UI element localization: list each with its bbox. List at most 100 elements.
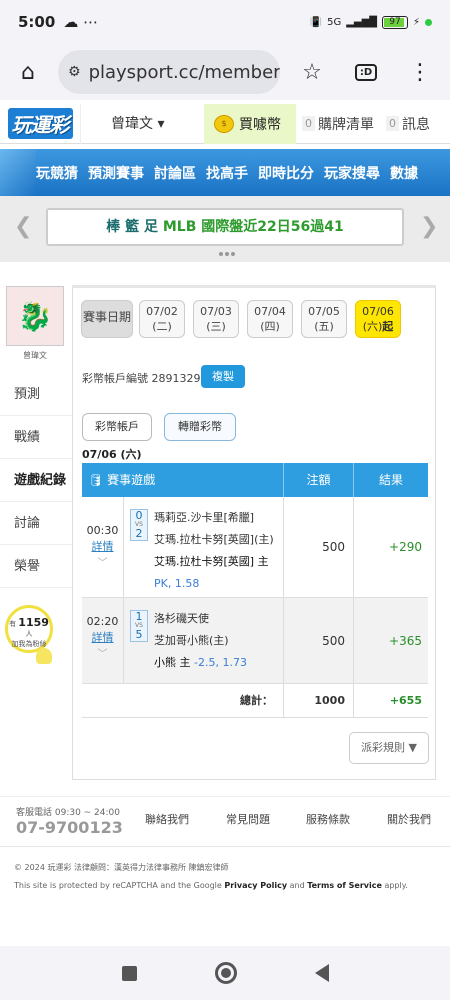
header-game: 🛢 賽事遊戲 <box>82 463 284 497</box>
away-team: 瑪莉亞.沙卡里[希臘] <box>154 511 255 524</box>
footer-link-faq[interactable]: 常見問題 <box>226 811 270 827</box>
bet-result: +365 <box>389 634 422 648</box>
overflow-menu-icon[interactable]: ⋮ <box>402 54 438 90</box>
charging-icon: ⚡ <box>412 16 420 28</box>
nav-decoration <box>0 149 36 196</box>
footer-contact: 客服電話 09:30 ~ 24:00 07-9700123 聯絡我們 常見問題 … <box>0 796 450 846</box>
buy-coin-button[interactable]: $ 買噱幣 <box>204 103 296 144</box>
nav-data[interactable]: 數據 <box>390 163 418 183</box>
nav-live-score[interactable]: 即時比分 <box>258 163 314 183</box>
total-bet: 1000 <box>284 684 354 717</box>
footer-link-about[interactable]: 關於我們 <box>387 811 431 827</box>
date-0704[interactable]: 07/04 (四) <box>247 300 293 338</box>
battery-icon: 97 <box>381 15 408 29</box>
bet-pick: 艾瑪.拉杜卡努[英國] 主 PK, 1.58 <box>154 555 269 590</box>
chevron-down-icon[interactable]: ﹀ <box>98 558 108 569</box>
copyright-text: © 2024 玩運彩 法律顧問：漢英得力法律事務所 陳鎮宏律師 <box>14 863 229 872</box>
terms-of-service-link[interactable]: Terms of Service <box>307 881 382 890</box>
buy-list-link[interactable]: 0 購牌清單 <box>296 104 374 144</box>
game-table: 🛢 賽事遊戲 注額 結果 00:30 詳情 ﹀ 0 VS 2 瑪莉亞.沙卡里[希臘]… <box>82 463 428 718</box>
away-team: 洛杉磯天使 <box>154 612 209 625</box>
banner-prev-icon[interactable]: ❮ <box>14 214 32 239</box>
date-0705[interactable]: 07/05 (五) <box>301 300 347 338</box>
network-label: 5G <box>327 16 342 28</box>
bet-amount: 500 <box>284 598 354 683</box>
footer-link-terms[interactable]: 服務條款 <box>306 811 350 827</box>
bookmark-star-icon[interactable]: ☆ <box>294 54 330 90</box>
account-number: 彩幣帳戶編號 28913297 <box>82 372 208 385</box>
nav-find-experts[interactable]: 找高手 <box>206 163 248 183</box>
messages-link[interactable]: 0 訊息 <box>374 104 430 144</box>
payout-rules-button[interactable]: 派彩規則 ▼ <box>349 732 429 764</box>
user-menu[interactable]: 曾瑋文 ▾ <box>80 103 204 144</box>
total-result: +655 <box>389 694 422 707</box>
banner-next-icon[interactable]: ❯ <box>420 214 438 239</box>
tab-coin-account[interactable]: 彩幣帳戶 <box>82 413 152 441</box>
game-time: 00:30 <box>86 524 119 537</box>
caret-down-icon: ▾ <box>157 115 165 132</box>
customer-service-phone[interactable]: 07-9700123 <box>16 818 123 837</box>
status-bar: 5:00 ☁ ⋯ 📳 5G ▂▄▆█ 97 ⚡ <box>0 0 450 44</box>
home-team: 芝加哥小熊(主) <box>154 634 229 647</box>
tab-switcher-icon[interactable]: :D <box>348 54 384 90</box>
site-settings-icon[interactable]: ⚙ <box>68 64 81 80</box>
game-history-panel: 賽事日期 07/02 (二) 07/03 (三) 07/04 (四) 07/05 (五)… <box>72 285 436 780</box>
match-info: 洛杉磯天使 芝加哥小熊(主) 小熊 主 -2.5, 1.73 <box>154 608 247 674</box>
nav-player-search[interactable]: 玩家搜尋 <box>324 163 380 183</box>
game-time: 02:20 <box>86 615 119 628</box>
bet-result: +290 <box>389 540 422 554</box>
sidebar-item-game-history[interactable]: 遊戲紀錄 <box>0 460 72 502</box>
date-0703[interactable]: 07/03 (三) <box>193 300 239 338</box>
system-nav-bar <box>0 946 450 1000</box>
back-icon[interactable] <box>314 964 329 982</box>
home-icon[interactable]: ⌂ <box>10 54 46 90</box>
nav-forum[interactable]: 討論區 <box>154 163 196 183</box>
avatar[interactable]: 🐉 <box>6 286 64 346</box>
privacy-policy-link[interactable]: Privacy Policy <box>224 881 287 890</box>
detail-link[interactable]: 詳情 <box>92 540 114 553</box>
customer-service-hours: 客服電話 09:30 ~ 24:00 <box>16 808 120 818</box>
chevron-down-icon[interactable]: ﹀ <box>98 649 108 660</box>
home-team: 艾瑪.拉杜卡努[英國](主) <box>154 533 274 546</box>
coin-icon: $ <box>214 114 234 133</box>
header-result: 結果 <box>378 473 403 487</box>
nav-predict[interactable]: 預測賽事 <box>88 163 144 183</box>
score-box: 1 VS 5 <box>130 610 148 642</box>
copy-button[interactable]: 複製 <box>201 365 245 388</box>
address-bar[interactable]: ⚙ playsport.cc/member/ <box>58 50 280 94</box>
tab-transfer-coin[interactable]: 轉贈彩幣 <box>164 413 236 441</box>
selected-day: 07/06 (六) <box>82 448 142 461</box>
database-icon: 🛢 <box>88 473 104 487</box>
vibrate-icon: 📳 <box>309 16 323 28</box>
home-button-icon[interactable] <box>214 962 237 984</box>
cloud-icon: ☁ ⋯ <box>63 13 99 31</box>
sidebar-item-record[interactable]: 戰績 <box>0 417 72 459</box>
total-row: 總計： 1000 +655 <box>82 684 428 718</box>
date-label: 賽事日期 <box>81 300 133 338</box>
status-icons: 📳 5G ▂▄▆█ 97 ⚡ <box>309 15 432 29</box>
date-0702[interactable]: 07/02 (二) <box>139 300 185 338</box>
footer-legal: © 2024 玩運彩 法律顧問：漢英得力法律事務所 陳鎮宏律師 This sit… <box>0 846 450 938</box>
banner-ad[interactable]: 棒 籃 足 MLB 國際盤近22日56過41 <box>46 208 404 246</box>
date-0706-selected[interactable]: 07/06 (六)起 <box>355 300 401 338</box>
status-time: 5:00 <box>18 13 56 31</box>
recent-apps-icon[interactable] <box>121 965 137 981</box>
fans-counter[interactable]: 有 1159 人 加我為粉絲 <box>5 605 53 653</box>
table-row: 00:30 詳情 ﹀ 0 VS 2 瑪莉亞.沙卡里[希臘] 艾瑪.拉杜卡努[英國](… <box>82 497 428 598</box>
match-info: 瑪莉亞.沙卡里[希臘] 艾瑪.拉杜卡努[英國](主) 艾瑪.拉杜卡努[英國] 主… <box>154 507 274 595</box>
footer-link-contact[interactable]: 聯絡我們 <box>145 811 189 827</box>
promo-banner: ❮ 棒 籃 足 MLB 國際盤近22日56過41 ❯ <box>0 196 450 262</box>
site-header: 玩運彩 曾瑋文 ▾ $ 買噱幣 0 購牌清單 0 訊息 <box>0 103 450 144</box>
browser-toolbar: ⌂ ⚙ playsport.cc/member/ ☆ :D ⋮ <box>0 44 450 100</box>
nav-play-quiz[interactable]: 玩競猜 <box>36 163 78 183</box>
table-row: 02:20 詳情 ﹀ 1 VS 5 洛杉磯天使 芝加哥小熊(主) 小熊 主 -2.5… <box>82 598 428 684</box>
sidebar-item-discussion[interactable]: 討論 <box>0 503 72 545</box>
score-box: 0 VS 2 <box>130 509 148 541</box>
site-logo[interactable]: 玩運彩 <box>0 104 80 144</box>
sidebar-item-predictions[interactable]: 預測 <box>0 374 72 416</box>
captcha-notice: This site is protected by reCAPTCHA and … <box>14 881 408 890</box>
header-bet: 注額 <box>284 463 354 497</box>
url-text: playsport.cc/member/ <box>88 61 280 83</box>
detail-link[interactable]: 詳情 <box>92 631 114 644</box>
sidebar-item-honor[interactable]: 榮譽 <box>0 546 72 588</box>
